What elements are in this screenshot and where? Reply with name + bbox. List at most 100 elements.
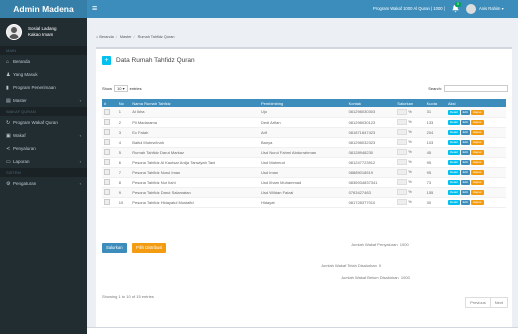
sidebar-item-wakaf[interactable]: ▣ Wakaf ‹	[0, 129, 87, 142]
edit-button[interactable]: Edit	[460, 150, 470, 155]
column-header[interactable]: Kuota	[424, 99, 446, 107]
row-checkbox[interactable]	[104, 159, 110, 165]
row-checkbox[interactable]	[104, 119, 110, 125]
row-checkbox[interactable]	[104, 189, 110, 195]
home-icon: ⌂	[6, 58, 10, 65]
row-checkbox[interactable]	[104, 199, 110, 205]
edit-button[interactable]: Edit	[460, 140, 470, 145]
cell-kontak: 081247723912	[346, 157, 396, 168]
entries-select[interactable]: 10 ▾	[114, 85, 128, 92]
breadcrumb-item[interactable]: Master	[120, 35, 132, 39]
detail-button[interactable]: Detail	[447, 190, 460, 195]
edit-button[interactable]: Edit	[460, 190, 470, 195]
cell-kontak: 0836934837341	[346, 177, 396, 188]
breadcrumb-item[interactable]: Beranda	[99, 35, 113, 39]
detail-button[interactable]: Detail	[447, 140, 460, 145]
cell-no: 8	[116, 177, 131, 188]
column-header[interactable]: Kontak	[346, 99, 396, 107]
hamburger-icon[interactable]: ≡	[92, 3, 97, 13]
sidebar-item-program-wakaf[interactable]: ↻ Program Wakaf Quran	[0, 116, 87, 129]
column-header[interactable]: Aksi	[445, 99, 506, 107]
sidebar-item-beranda[interactable]: ⌂ Beranda	[0, 55, 87, 68]
delete-button[interactable]: Hapus	[470, 160, 484, 165]
detail-button[interactable]: Detail	[447, 130, 460, 135]
column-header[interactable]: No	[116, 99, 131, 107]
salurkan-input[interactable]	[397, 189, 408, 195]
edit-button[interactable]: Edit	[460, 130, 470, 135]
length-control: Show 10 ▾ entries	[102, 85, 142, 92]
delete-button[interactable]: Hapus	[470, 150, 484, 155]
sidebar-item-laporan[interactable]: ▭ Laporan ‹	[0, 155, 87, 168]
detail-button[interactable]: Detail	[447, 180, 460, 185]
row-checkbox[interactable]	[104, 179, 110, 185]
table-row: 9 Pesona Tahfidz Darut Salamatan Usd Wilda…	[102, 187, 506, 198]
sidebar-item-program-penerimaan[interactable]: ▮ Program Penerimaan	[0, 81, 87, 94]
cell-no: 9	[116, 187, 131, 198]
salurkan-input[interactable]	[397, 159, 408, 165]
salurkan-input[interactable]	[397, 119, 408, 125]
salurkan-input[interactable]	[397, 149, 408, 155]
add-button[interactable]: +	[102, 56, 111, 65]
cell-no: 1	[116, 107, 131, 118]
column-header[interactable]: Pembimbing	[259, 99, 347, 107]
delete-button[interactable]: Hapus	[470, 120, 484, 125]
edit-button[interactable]: Edit	[460, 109, 470, 115]
edit-button[interactable]: Edit	[460, 180, 470, 185]
detail-button[interactable]: Detail	[447, 120, 460, 125]
row-checkbox[interactable]	[104, 149, 110, 155]
detail-button[interactable]: Detail	[447, 150, 460, 155]
delete-button[interactable]: Hapus	[470, 190, 484, 195]
pilih-distribusi-button[interactable]: Pilih Distribusi	[132, 243, 167, 253]
detail-button[interactable]: Detail	[447, 170, 460, 175]
row-checkbox[interactable]	[104, 139, 110, 145]
delete-button[interactable]: Hapus	[470, 130, 484, 135]
salurkan-input[interactable]	[397, 169, 408, 175]
edit-button[interactable]: Edit	[460, 200, 470, 205]
cell-kuota: 45	[424, 147, 446, 158]
delete-button[interactable]: Hapus	[470, 200, 484, 205]
salurkan-input[interactable]	[397, 179, 408, 185]
detail-button[interactable]: Detail	[447, 200, 460, 205]
salurkan-input[interactable]	[397, 108, 408, 115]
salurkan-input[interactable]	[397, 129, 408, 135]
salurkan-input[interactable]	[397, 199, 408, 205]
edit-button[interactable]: Edit	[460, 170, 470, 175]
brand-logo[interactable]: Admin Madena	[0, 0, 87, 18]
sidebar-item-penyaluran[interactable]: ≺ Penyaluran	[0, 142, 87, 155]
cell-kontak: 08128948230	[346, 147, 396, 158]
sidebar-item-yang-masuk[interactable]: ♟ Yang Masuk	[0, 68, 87, 81]
delete-button[interactable]: Hapus	[470, 180, 484, 185]
column-header[interactable]: Salurkan	[395, 99, 425, 107]
table-row: 1 Al Ikha Ujo 081298030303% 31 Detail Edit Hapu…	[102, 107, 506, 118]
search-input[interactable]	[444, 85, 508, 92]
detail-button[interactable]: Detail	[447, 160, 460, 165]
cell-kontak: 081871847423	[346, 127, 396, 138]
row-checkbox[interactable]	[104, 169, 110, 175]
cell-kontak: 081298030123	[346, 117, 396, 128]
cell-nama: Pesona Tahfidz Nurul Iman	[130, 167, 260, 178]
edit-button[interactable]: Edit	[460, 160, 470, 165]
cell-pembimbing: Arif	[259, 127, 347, 138]
row-checkbox[interactable]	[104, 108, 110, 115]
avatar[interactable]	[466, 4, 476, 14]
detail-button[interactable]: Detail	[447, 109, 460, 115]
row-checkbox[interactable]	[104, 129, 110, 135]
delete-button[interactable]: Hapus	[470, 140, 484, 145]
salurkan-button[interactable]: Salurkan	[102, 243, 127, 253]
sidebar-item-master[interactable]: ▤ Master ‹	[0, 94, 87, 107]
next-button[interactable]: Next	[489, 297, 508, 308]
refresh-icon: ↻	[6, 119, 11, 126]
cogs-icon: ⚙	[6, 180, 11, 187]
box-title: + Data Rumah Tahfidz Quran	[102, 56, 195, 65]
delete-button[interactable]: Hapus	[470, 109, 484, 115]
column-header[interactable]: #	[102, 99, 117, 107]
previous-button[interactable]: Previous	[465, 297, 491, 308]
cell-no: 6	[116, 157, 131, 168]
salurkan-input[interactable]	[397, 139, 408, 145]
topbar-user[interactable]: Anis Rahim ▾	[479, 6, 504, 11]
edit-button[interactable]: Edit	[460, 120, 470, 125]
delete-button[interactable]: Hapus	[470, 170, 484, 175]
home-icon: ⌂	[96, 35, 99, 39]
column-header[interactable]: Nama Rumah Tahfidz	[130, 99, 260, 107]
sidebar-item-pengaturan[interactable]: ⚙ Pengaturan ‹	[0, 177, 87, 190]
